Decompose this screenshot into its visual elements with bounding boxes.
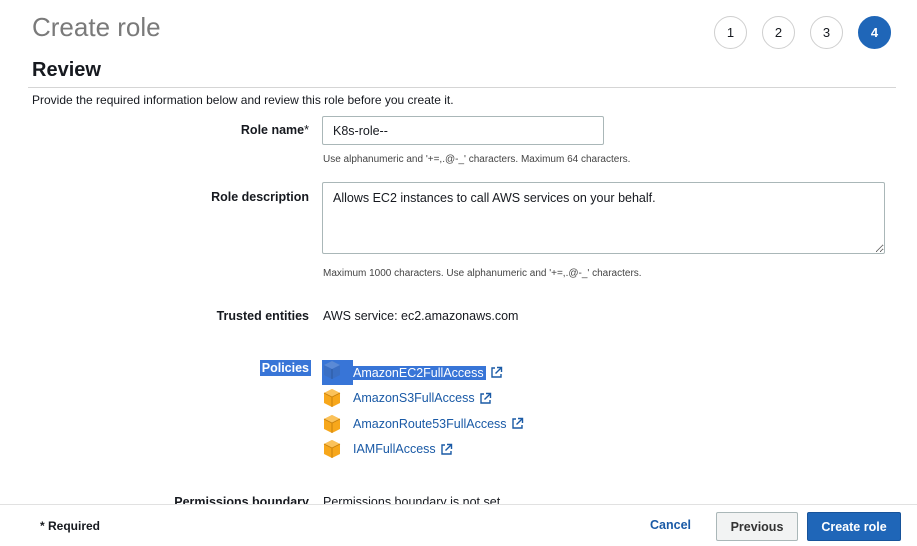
required-mark: * — [304, 123, 309, 137]
external-link-icon[interactable] — [511, 417, 524, 430]
policy-cube-icon — [323, 440, 341, 459]
policy-cube-icon — [322, 360, 353, 386]
policy-cube-icon — [323, 414, 341, 433]
create-role-button[interactable]: Create role — [807, 512, 901, 541]
policy-item: AmazonRoute53FullAccess — [322, 411, 524, 437]
step-2[interactable]: 2 — [762, 16, 795, 49]
section-divider — [28, 87, 896, 88]
previous-button[interactable]: Previous — [716, 512, 798, 541]
intro-text: Provide the required information below a… — [32, 93, 454, 107]
page-title: Create role — [32, 12, 161, 42]
policy-link-amazonroute53fullaccess[interactable]: AmazonRoute53FullAccess — [353, 417, 507, 431]
role-name-label-text: Role name — [240, 123, 305, 137]
role-description-hint: Maximum 1000 characters. Use alphanumeri… — [323, 268, 642, 279]
policies-label-text: Policies — [259, 360, 311, 376]
step-3[interactable]: 3 — [810, 16, 843, 49]
role-name-label: Role name* — [241, 123, 309, 137]
external-link-icon[interactable] — [479, 392, 492, 405]
policy-item: AmazonEC2FullAccess — [322, 360, 524, 386]
trusted-entities-label: Trusted entities — [216, 309, 309, 323]
policy-link-amazonec2fullaccess[interactable]: AmazonEC2FullAccess — [351, 365, 486, 380]
footer-bar: * Required Cancel Previous Create role — [0, 504, 917, 546]
wizard-steps: 1 2 3 4 — [714, 16, 891, 49]
policy-link-iamfullaccess[interactable]: IAMFullAccess — [353, 442, 436, 456]
policy-item: IAMFullAccess — [322, 437, 524, 463]
external-link-icon[interactable] — [440, 443, 453, 456]
policy-cube-icon — [323, 389, 341, 408]
required-note: * Required — [40, 519, 101, 533]
step-4-current: 4 — [858, 16, 891, 49]
trusted-entities-value: AWS service: ec2.amazonaws.com — [323, 309, 519, 323]
role-name-hint: Use alphanumeric and '+=,.@-_' character… — [323, 154, 631, 165]
policies-list: AmazonEC2FullAccess AmazonS3FullAccess A… — [322, 360, 524, 462]
role-description-label: Role description — [211, 190, 309, 204]
policy-link-amazons3fullaccess[interactable]: AmazonS3FullAccess — [353, 391, 475, 405]
policies-label: Policies — [259, 360, 311, 376]
policy-item: AmazonS3FullAccess — [322, 386, 524, 412]
step-1[interactable]: 1 — [714, 16, 747, 49]
section-title: Review — [32, 59, 101, 81]
role-name-input[interactable] — [322, 116, 604, 145]
cancel-button[interactable]: Cancel — [640, 518, 701, 532]
role-description-input[interactable]: Allows EC2 instances to call AWS service… — [322, 182, 885, 254]
external-link-icon[interactable] — [490, 366, 503, 379]
